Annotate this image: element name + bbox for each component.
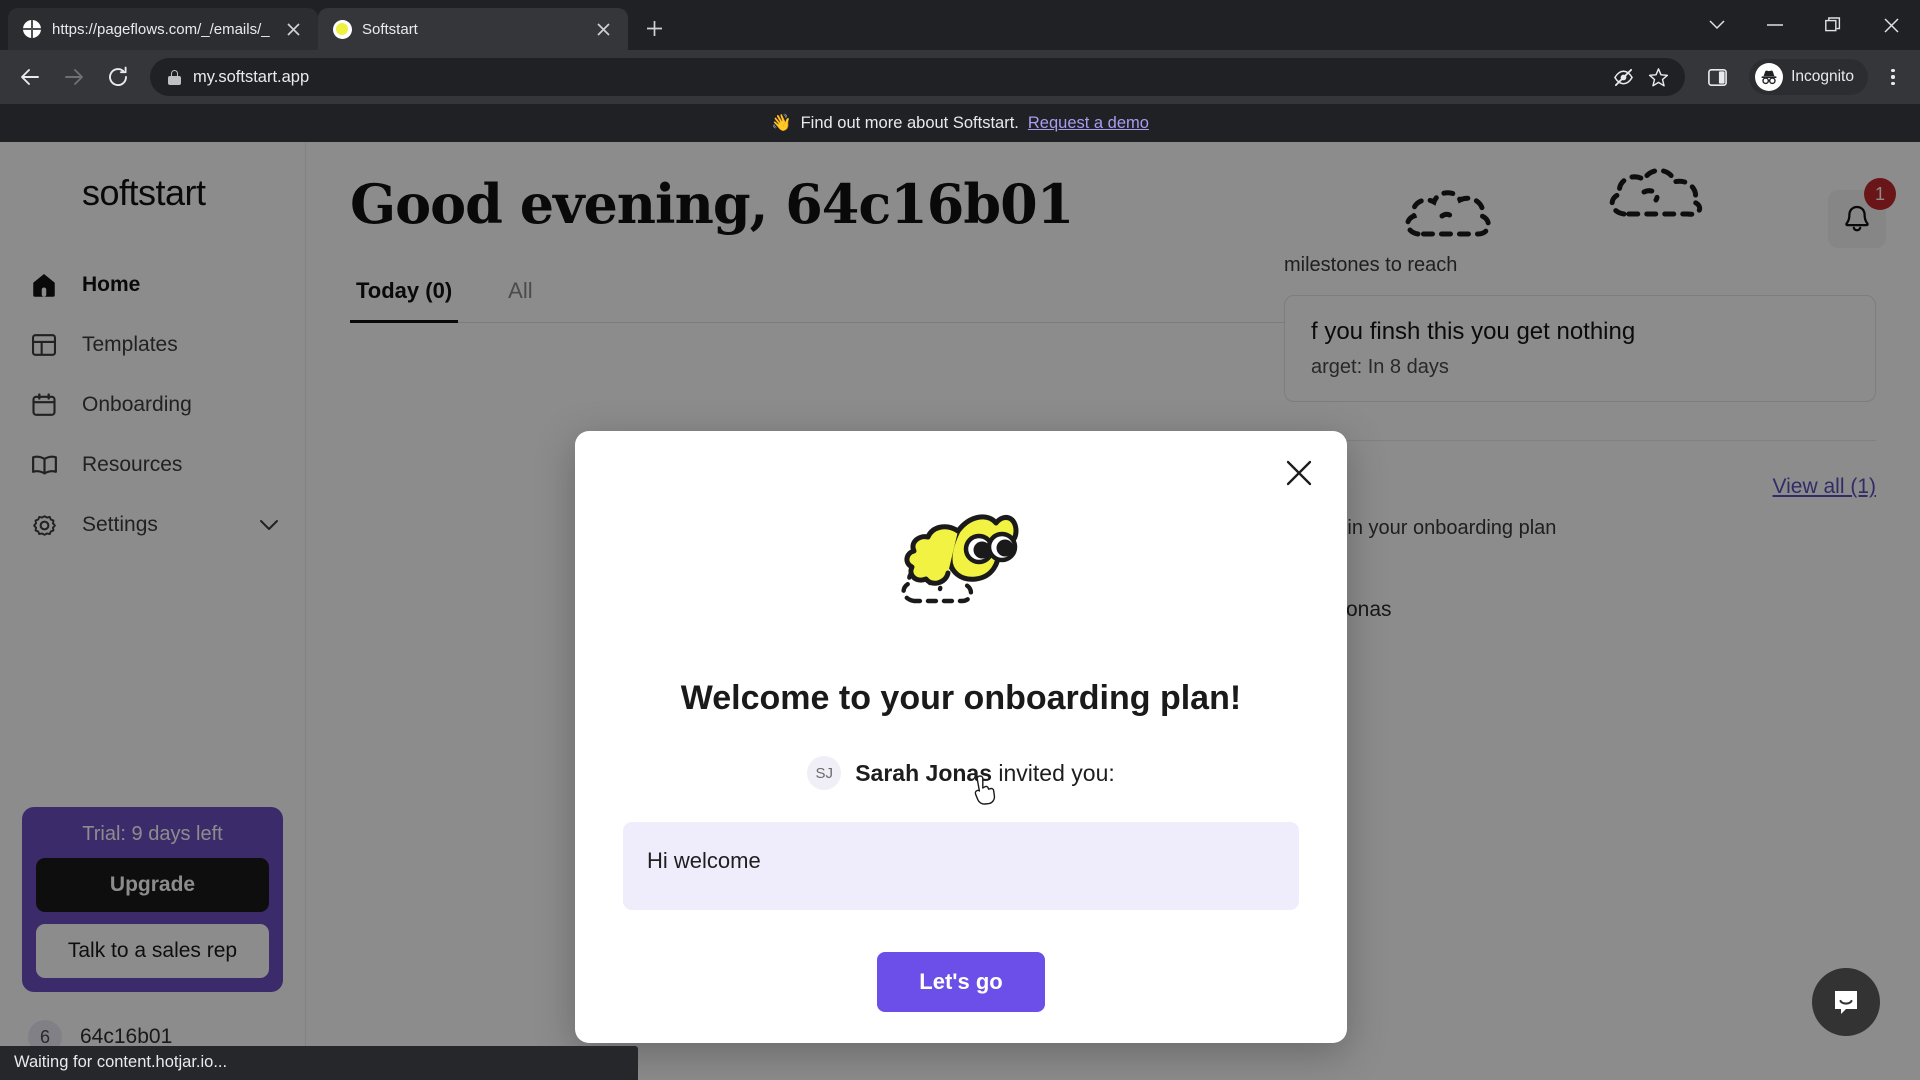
yellow-bird-icon bbox=[866, 489, 1056, 639]
lock-icon bbox=[168, 69, 181, 85]
tab-close-icon[interactable] bbox=[282, 18, 304, 40]
back-button[interactable] bbox=[10, 57, 50, 97]
inviter-row: SJ Sarah Jonas invited you: bbox=[807, 756, 1115, 790]
browser-tabstrip: https://pageflows.com/_/emails/_ Softsta… bbox=[0, 0, 1920, 50]
new-tab-button[interactable] bbox=[636, 10, 672, 46]
star-icon[interactable] bbox=[1648, 67, 1669, 88]
request-demo-link[interactable]: Request a demo bbox=[1028, 114, 1149, 133]
forward-button bbox=[54, 57, 94, 97]
close-icon[interactable] bbox=[1862, 0, 1920, 50]
browser-status-bar: Waiting for content.hotjar.io... bbox=[0, 1046, 638, 1080]
modal-close-button[interactable] bbox=[1279, 453, 1319, 493]
wave-emoji-icon: 👋 bbox=[771, 113, 792, 132]
minimize-icon[interactable] bbox=[1746, 0, 1804, 50]
promo-banner: 👋 Find out more about Softstart. Request… bbox=[0, 104, 1920, 142]
softstart-icon bbox=[332, 19, 352, 39]
tab-title: https://pageflows.com/_/emails/_ bbox=[52, 20, 270, 38]
window-controls bbox=[1688, 0, 1920, 50]
reload-button[interactable] bbox=[98, 57, 138, 97]
app-area: softstart Home Templates Onboarding Reso… bbox=[0, 142, 1920, 1080]
eye-off-icon[interactable] bbox=[1613, 67, 1634, 88]
chat-smile-icon bbox=[1835, 991, 1857, 1014]
side-panel-icon[interactable] bbox=[1697, 57, 1737, 97]
kebab-menu-icon[interactable] bbox=[1876, 60, 1910, 94]
promo-text: Find out more about Softstart. bbox=[800, 113, 1019, 132]
chevron-down-icon[interactable] bbox=[1688, 0, 1746, 50]
url-text: my.softstart.app bbox=[193, 67, 310, 86]
invitation-message: Hi welcome bbox=[623, 822, 1299, 910]
inviter-name: Sarah Jonas bbox=[855, 759, 993, 786]
maximize-icon[interactable] bbox=[1804, 0, 1862, 50]
browser-toolbar: my.softstart.app Incognito bbox=[0, 50, 1920, 104]
incognito-icon bbox=[1755, 63, 1784, 91]
avatar: SJ bbox=[807, 756, 842, 790]
address-bar[interactable]: my.softstart.app bbox=[150, 58, 1686, 96]
browser-tab-pageflows[interactable]: https://pageflows.com/_/emails/_ bbox=[8, 8, 318, 50]
browser-window: https://pageflows.com/_/emails/_ Softsta… bbox=[0, 0, 1920, 1080]
globe-icon bbox=[22, 19, 42, 39]
inviter-text: Sarah Jonas invited you: bbox=[855, 760, 1115, 787]
page-content: 👋 Find out more about Softstart. Request… bbox=[0, 104, 1920, 1080]
profile-label: Incognito bbox=[1791, 68, 1854, 85]
profile-incognito-button[interactable]: Incognito bbox=[1749, 59, 1868, 95]
browser-tab-softstart[interactable]: Softstart bbox=[318, 8, 628, 50]
modal-title: Welcome to your onboarding plan! bbox=[680, 679, 1242, 717]
tab-close-icon[interactable] bbox=[592, 18, 614, 40]
intercom-launcher-button[interactable] bbox=[1812, 968, 1880, 1036]
inviter-suffix: invited you: bbox=[992, 759, 1115, 786]
tab-title: Softstart bbox=[362, 20, 418, 38]
lets-go-button[interactable]: Let's go bbox=[877, 952, 1045, 1012]
welcome-modal: Welcome to your onboarding plan! SJ Sara… bbox=[575, 431, 1347, 1043]
